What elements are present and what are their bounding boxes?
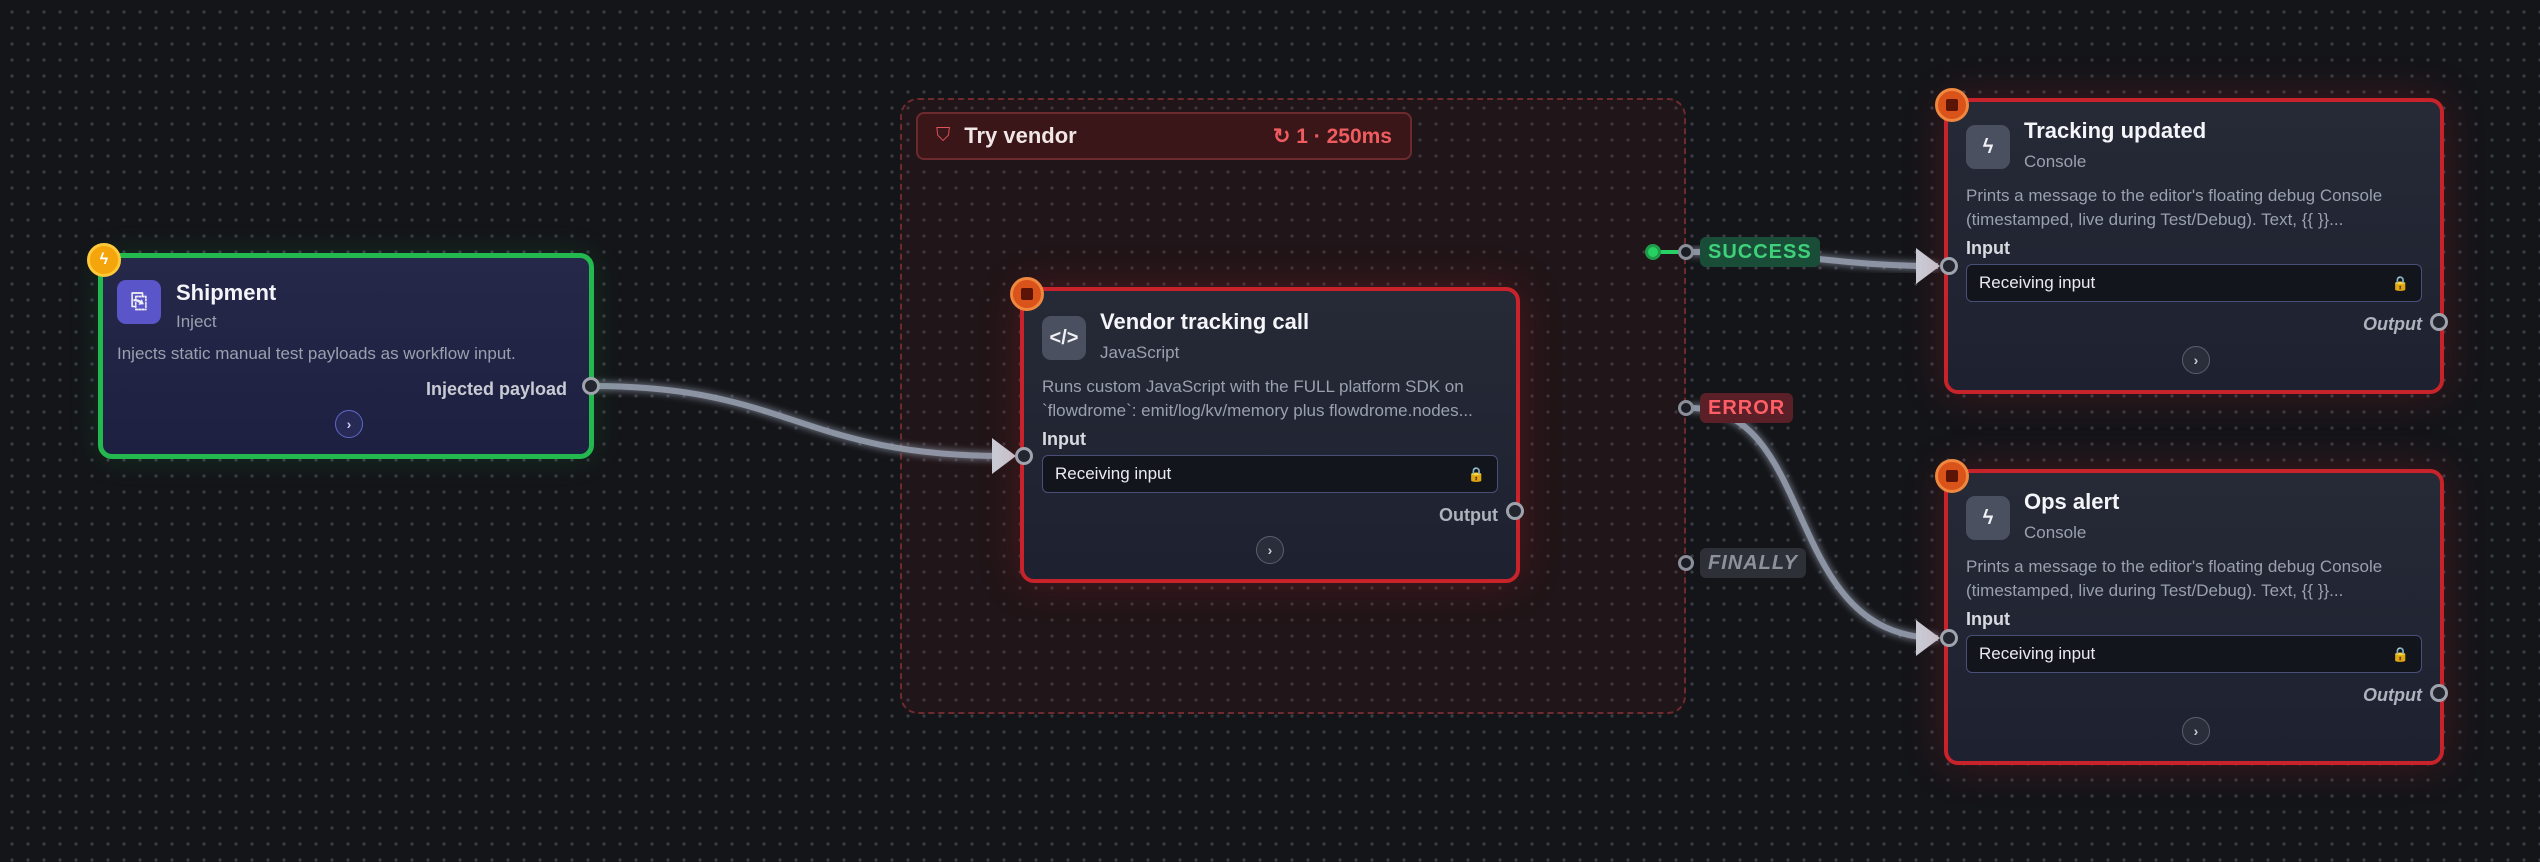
input-field[interactable]: Receiving input 🔒 (1042, 455, 1498, 493)
ops-output-port[interactable] (2430, 684, 2448, 702)
group-header[interactable]: ⛉ Try vendor ↻ 1 · 250ms (916, 112, 1412, 160)
output-label: Output (2363, 314, 2422, 334)
lock-icon: 🔒 (2391, 274, 2409, 291)
wire-arrow-tracking (1916, 248, 1940, 284)
tracking-node[interactable]: ϟ Tracking updated Console Prints a mess… (1944, 98, 2444, 394)
error-branch-label: ERROR (1700, 393, 1794, 423)
input-field[interactable]: Receiving input 🔒 (1966, 264, 2422, 302)
input-value: Receiving input (1979, 273, 2096, 292)
output-label: Output (2363, 685, 2422, 705)
retry-indicator: ↻ 1 · 250ms (1272, 124, 1392, 148)
node-title: Ops alert (2024, 489, 2120, 514)
node-title: Tracking updated (2024, 118, 2207, 143)
input-value: Receiving input (1979, 644, 2096, 663)
shipment-node[interactable]: ⎘ Shipment Inject Injects static manual … (98, 253, 594, 459)
node-description-line2: (timestamped, live during Test/Debug). T… (1966, 210, 2344, 229)
wire-error-to-ops (1689, 405, 1939, 641)
node-description-line1: Prints a message to the editor's floatin… (1966, 557, 2383, 576)
stop-icon (1010, 277, 1044, 311)
input-label: Input (1966, 238, 2010, 258)
node-description: Injects static manual test payloads as w… (117, 344, 516, 363)
error-port[interactable] (1678, 400, 1694, 416)
bolt-icon: ϟ (87, 243, 121, 277)
node-title: Shipment (176, 280, 277, 305)
node-description-line1: Runs custom JavaScript with the FULL pla… (1042, 377, 1464, 396)
file-inject-icon: ⎘ (117, 280, 161, 324)
success-branch-label: SUCCESS (1700, 237, 1820, 267)
group-title: Try vendor (964, 123, 1077, 148)
node-subtitle: Inject (176, 312, 217, 331)
node-description-line1: Prints a message to the editor's floatin… (1966, 186, 2383, 205)
vendor-input-port[interactable] (1015, 447, 1033, 465)
shield-icon: ⛉ (936, 125, 951, 146)
ops-node[interactable]: ϟ Ops alert Console Prints a message to … (1944, 469, 2444, 765)
bolt-icon: ϟ (1966, 496, 2010, 540)
vendor-output-port[interactable] (1506, 502, 1524, 520)
wire-arrow-ops (1916, 620, 1940, 656)
expand-button[interactable]: › (2182, 717, 2210, 745)
lock-icon: 🔒 (1467, 465, 1485, 482)
output-label: Injected payload (425, 379, 567, 399)
node-title: Vendor tracking call (1100, 309, 1310, 334)
stop-icon (1935, 459, 1969, 493)
input-label: Input (1966, 609, 2010, 629)
lock-icon: 🔒 (2391, 645, 2409, 662)
input-field[interactable]: Receiving input 🔒 (1966, 635, 2422, 673)
tracking-input-port[interactable] (1940, 257, 1958, 275)
node-subtitle: Console (2024, 152, 2087, 171)
finally-port[interactable] (1678, 555, 1694, 571)
stop-icon (1935, 88, 1969, 122)
input-label: Input (1042, 429, 1086, 449)
success-port[interactable] (1678, 244, 1694, 260)
ops-input-port[interactable] (1940, 629, 1958, 647)
expand-button[interactable]: › (1256, 536, 1284, 564)
output-label: Output (1439, 505, 1498, 525)
node-description-line2: `flowdrome`: emit/log/kv/memory plus flo… (1042, 401, 1473, 420)
code-icon: </> (1042, 316, 1086, 360)
input-value: Receiving input (1055, 464, 1172, 483)
expand-button[interactable]: › (2182, 346, 2210, 374)
finally-branch-label: FINALLY (1700, 548, 1806, 578)
success-source-port[interactable] (1645, 244, 1661, 260)
tracking-output-port[interactable] (2430, 313, 2448, 331)
vendor-node[interactable]: </> Vendor tracking call JavaScript Runs… (1020, 287, 1520, 583)
bolt-icon: ϟ (1966, 125, 2010, 169)
shipment-output-port[interactable] (582, 377, 600, 395)
node-subtitle: JavaScript (1100, 343, 1180, 362)
node-subtitle: Console (2024, 523, 2087, 542)
expand-button[interactable]: › (335, 410, 363, 438)
node-description-line2: (timestamped, live during Test/Debug). T… (1966, 581, 2344, 600)
